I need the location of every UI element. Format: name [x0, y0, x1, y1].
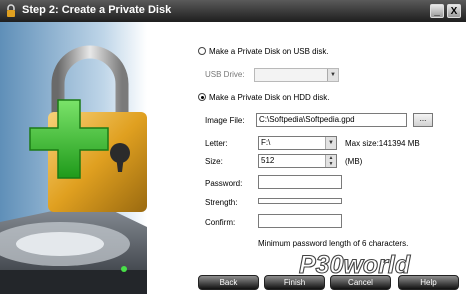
window-title: Step 2: Create a Private Disk [22, 4, 172, 16]
app-lock-icon [7, 4, 15, 17]
lock-disk-illustration [0, 22, 147, 294]
usb-drive-select[interactable]: ▼ [254, 68, 339, 82]
letter-value: F:\ [261, 138, 271, 147]
back-button[interactable]: Back [198, 275, 259, 290]
usb-option-label: Make a Private Disk on USB disk. [209, 47, 329, 56]
password-input[interactable] [258, 175, 342, 189]
usb-drive-label: USB Drive: [205, 70, 245, 79]
max-size-text: Max size:141394 MB [345, 139, 420, 148]
image-file-input[interactable]: C:\Softpedia\Softpedia.gpd [256, 113, 407, 127]
size-value: 512 [261, 156, 275, 165]
chevron-down-icon[interactable]: ▼ [325, 137, 336, 149]
title-bar: Step 2: Create a Private Disk _ X [0, 0, 466, 22]
strength-label: Strength: [205, 198, 238, 207]
usb-disk-radio[interactable] [198, 47, 206, 55]
confirm-label: Confirm: [205, 218, 236, 227]
image-file-label: Image File: [205, 116, 245, 125]
p30world-logo: P30world [298, 250, 411, 279]
svg-text:P30world: P30world [299, 251, 411, 279]
browse-button[interactable]: ... [413, 113, 433, 127]
wizard-window: Step 2: Create a Private Disk _ X Make a… [0, 0, 466, 294]
minimize-button[interactable]: _ [430, 4, 444, 18]
hdd-disk-radio[interactable] [198, 93, 206, 101]
size-label: Size: [205, 157, 223, 166]
hdd-option-label: Make a Private Disk on HDD disk. [209, 93, 330, 102]
password-strength-meter [258, 198, 342, 204]
letter-select[interactable]: F:\ ▼ [258, 136, 337, 150]
chevron-down-icon[interactable]: ▼ [327, 69, 338, 81]
password-label: Password: [205, 179, 243, 188]
confirm-password-input[interactable] [258, 214, 342, 228]
size-unit: (MB) [345, 157, 363, 166]
letter-label: Letter: [205, 139, 228, 148]
form-panel: Make a Private Disk on USB disk. USB Dri… [147, 22, 466, 294]
size-stepper[interactable]: 512 ▲ ▼ [258, 154, 337, 168]
wizard-illustration [0, 22, 147, 294]
close-button[interactable]: X [447, 4, 461, 18]
spinner-arrows-icon[interactable]: ▲ ▼ [325, 155, 336, 167]
